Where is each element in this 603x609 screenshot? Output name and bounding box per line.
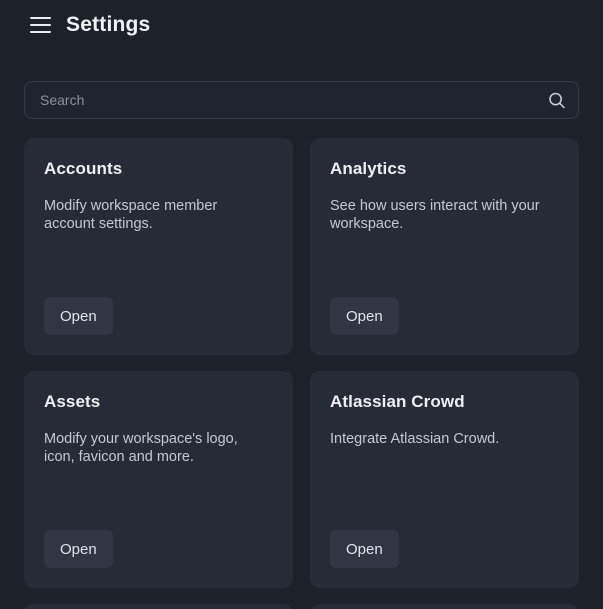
settings-grid: Accounts Modify workspace member account…	[24, 138, 579, 609]
card-description: Modify workspace member account settings…	[44, 198, 257, 233]
card-analytics: Analytics See how users interact with yo…	[310, 138, 579, 355]
page-title: Settings	[66, 13, 150, 37]
menu-bar	[30, 17, 51, 19]
menu-bar	[30, 31, 51, 33]
card-description: See how users interact with your workspa…	[330, 198, 543, 233]
card-title: Accounts	[44, 159, 122, 179]
search-input[interactable]	[24, 81, 579, 119]
card-accounts: Accounts Modify workspace member account…	[24, 138, 293, 355]
card-title: Atlassian Crowd	[330, 392, 465, 412]
open-button-assets[interactable]: Open	[44, 530, 113, 568]
menu-bar	[30, 24, 51, 26]
card-assets: Assets Modify your workspace's logo, ico…	[24, 371, 293, 588]
open-button-analytics[interactable]: Open	[330, 297, 399, 335]
card-atlassian-crowd: Atlassian Crowd Integrate Atlassian Crow…	[310, 371, 579, 588]
card-partial-right	[310, 604, 579, 609]
settings-page: Settings Accounts Modify workspace membe…	[0, 0, 603, 609]
card-partial-left	[24, 604, 293, 609]
card-title: Assets	[44, 392, 100, 412]
card-title: Analytics	[330, 159, 407, 179]
card-description: Integrate Atlassian Crowd.	[330, 431, 499, 449]
search-bar	[24, 81, 579, 119]
card-description: Modify your workspace's logo, icon, favi…	[44, 431, 257, 466]
open-button-atlassian-crowd[interactable]: Open	[330, 530, 399, 568]
app-header: Settings	[0, 0, 603, 50]
menu-icon[interactable]	[30, 17, 51, 34]
open-button-accounts[interactable]: Open	[44, 297, 113, 335]
